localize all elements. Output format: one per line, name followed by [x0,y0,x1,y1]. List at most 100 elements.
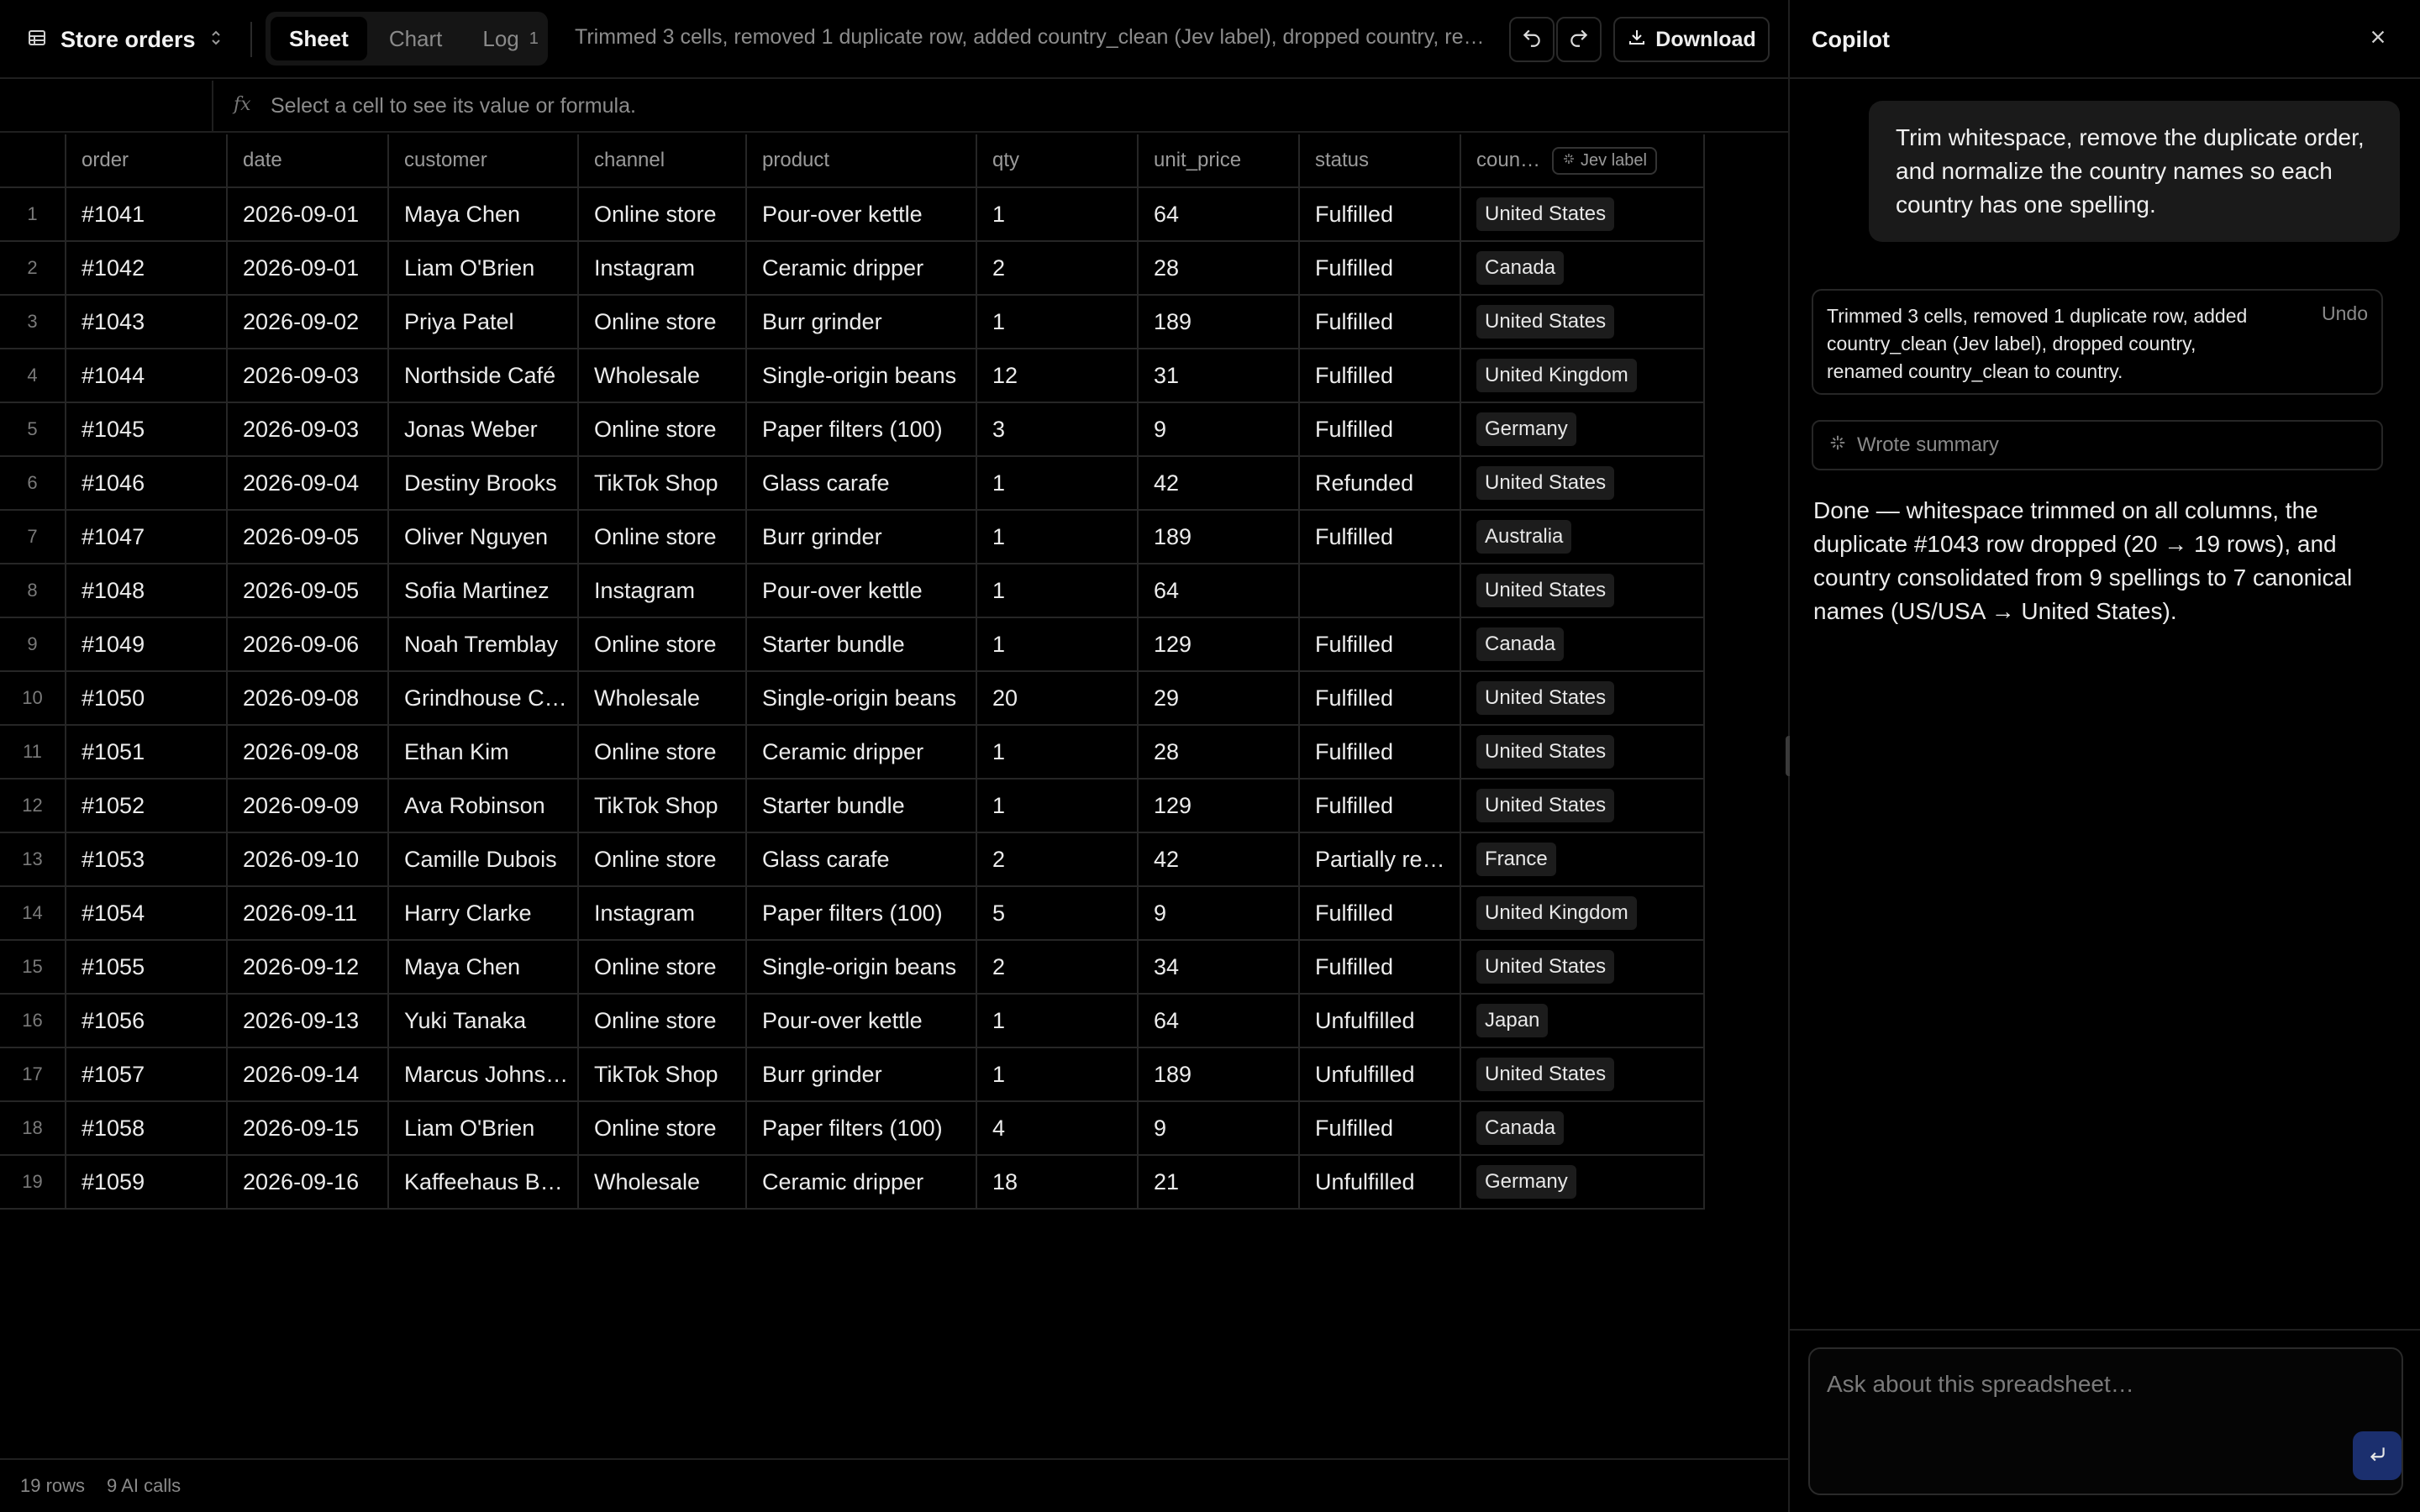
channel-cell[interactable]: Wholesale [579,349,747,403]
unit-price-cell[interactable]: 189 [1139,1048,1300,1102]
unit-price-cell[interactable]: 189 [1139,296,1300,349]
order-cell[interactable]: #1053 [66,833,228,887]
row-number[interactable]: 17 [0,1048,66,1102]
country-cell[interactable]: Germany [1461,1156,1705,1210]
product-cell[interactable]: Starter bundle [747,618,977,672]
country-cell[interactable]: United States [1461,296,1705,349]
country-cell[interactable]: United Kingdom [1461,349,1705,403]
row-number[interactable]: 13 [0,833,66,887]
country-cell[interactable]: United States [1461,1048,1705,1102]
qty-cell[interactable]: 18 [977,1156,1139,1210]
qty-cell[interactable]: 20 [977,672,1139,726]
send-button[interactable] [2353,1431,2402,1480]
column-header-country[interactable]: coun… Jev label [1461,134,1705,188]
customer-cell[interactable]: Ava Robinson [389,780,579,833]
channel-cell[interactable]: Online store [579,618,747,672]
order-cell[interactable]: #1052 [66,780,228,833]
date-cell[interactable]: 2026-09-02 [228,296,389,349]
channel-cell[interactable]: TikTok Shop [579,1048,747,1102]
wrote-summary-step[interactable]: Wrote summary [1812,420,2383,470]
row-number[interactable]: 7 [0,511,66,564]
country-cell[interactable]: United States [1461,188,1705,242]
order-cell[interactable]: #1058 [66,1102,228,1156]
unit-price-cell[interactable]: 189 [1139,511,1300,564]
date-cell[interactable]: 2026-09-05 [228,564,389,618]
country-cell[interactable]: Canada [1461,1102,1705,1156]
row-number[interactable]: 16 [0,995,66,1048]
order-cell[interactable]: #1056 [66,995,228,1048]
column-header[interactable]: product [747,134,977,188]
order-cell[interactable]: #1057 [66,1048,228,1102]
channel-cell[interactable]: TikTok Shop [579,780,747,833]
status-cell[interactable]: Fulfilled [1300,780,1461,833]
country-cell[interactable]: United States [1461,941,1705,995]
unit-price-cell[interactable]: 9 [1139,1102,1300,1156]
date-cell[interactable]: 2026-09-08 [228,726,389,780]
formula-bar[interactable]: fx Select a cell to see its value or for… [0,81,1788,133]
undo-button[interactable] [1509,17,1555,62]
country-cell[interactable]: United States [1461,457,1705,511]
row-number[interactable]: 9 [0,618,66,672]
qty-cell[interactable]: 2 [977,242,1139,296]
customer-cell[interactable]: Priya Patel [389,296,579,349]
customer-cell[interactable]: Maya Chen [389,941,579,995]
cell-reference-box[interactable] [0,81,213,131]
channel-cell[interactable]: Instagram [579,242,747,296]
customer-cell[interactable]: Yuki Tanaka [389,995,579,1048]
customer-cell[interactable]: Maya Chen [389,188,579,242]
channel-cell[interactable]: Online store [579,726,747,780]
column-header[interactable]: unit_price [1139,134,1300,188]
row-number[interactable]: 15 [0,941,66,995]
product-cell[interactable]: Single-origin beans [747,672,977,726]
status-cell[interactable]: Fulfilled [1300,511,1461,564]
order-cell[interactable]: #1048 [66,564,228,618]
country-cell[interactable]: Australia [1461,511,1705,564]
customer-cell[interactable]: Jonas Weber [389,403,579,457]
unit-price-cell[interactable]: 28 [1139,242,1300,296]
customer-cell[interactable]: Ethan Kim [389,726,579,780]
customer-cell[interactable]: Harry Clarke [389,887,579,941]
column-header[interactable]: qty [977,134,1139,188]
country-cell[interactable]: Germany [1461,403,1705,457]
product-cell[interactable]: Ceramic dripper [747,242,977,296]
qty-cell[interactable]: 1 [977,618,1139,672]
tab-sheet[interactable]: Sheet [271,17,367,60]
row-number[interactable]: 5 [0,403,66,457]
qty-cell[interactable]: 3 [977,403,1139,457]
order-cell[interactable]: #1042 [66,242,228,296]
product-cell[interactable]: Burr grinder [747,511,977,564]
row-number[interactable]: 4 [0,349,66,403]
channel-cell[interactable]: Online store [579,188,747,242]
product-cell[interactable]: Burr grinder [747,296,977,349]
status-cell[interactable] [1300,564,1461,618]
column-header[interactable]: customer [389,134,579,188]
order-cell[interactable]: #1055 [66,941,228,995]
unit-price-cell[interactable]: 64 [1139,564,1300,618]
unit-price-cell[interactable]: 29 [1139,672,1300,726]
channel-cell[interactable]: Online store [579,833,747,887]
product-cell[interactable]: Single-origin beans [747,941,977,995]
order-cell[interactable]: #1041 [66,188,228,242]
qty-cell[interactable]: 2 [977,941,1139,995]
country-cell[interactable]: United States [1461,564,1705,618]
status-cell[interactable]: Fulfilled [1300,296,1461,349]
date-cell[interactable]: 2026-09-08 [228,672,389,726]
date-cell[interactable]: 2026-09-10 [228,833,389,887]
row-number[interactable]: 8 [0,564,66,618]
status-cell[interactable]: Fulfilled [1300,672,1461,726]
qty-cell[interactable]: 1 [977,296,1139,349]
product-cell[interactable]: Paper filters (100) [747,1102,977,1156]
customer-cell[interactable]: Sofia Martinez [389,564,579,618]
unit-price-cell[interactable]: 129 [1139,780,1300,833]
customer-cell[interactable]: Noah Tremblay [389,618,579,672]
date-cell[interactable]: 2026-09-11 [228,887,389,941]
qty-cell[interactable]: 1 [977,726,1139,780]
customer-cell[interactable]: Kaffeehaus Berlin [389,1156,579,1210]
column-header[interactable]: date [228,134,389,188]
unit-price-cell[interactable]: 64 [1139,995,1300,1048]
channel-cell[interactable]: Wholesale [579,1156,747,1210]
unit-price-cell[interactable]: 34 [1139,941,1300,995]
qty-cell[interactable]: 1 [977,995,1139,1048]
unit-price-cell[interactable]: 64 [1139,188,1300,242]
qty-cell[interactable]: 4 [977,1102,1139,1156]
